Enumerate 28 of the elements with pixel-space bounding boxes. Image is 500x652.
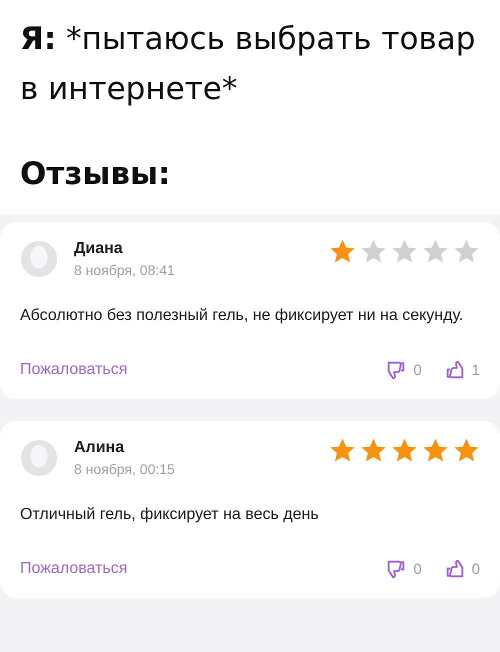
thumbs-down-icon[interactable] bbox=[385, 359, 408, 381]
star-icon bbox=[422, 437, 449, 464]
dislike-count: 0 bbox=[413, 362, 422, 378]
thumbs-down-icon[interactable] bbox=[385, 558, 408, 580]
star-icon bbox=[360, 437, 387, 464]
star-icon bbox=[360, 238, 387, 265]
like-count: 1 bbox=[472, 362, 480, 378]
reviewer-name: Алина bbox=[74, 438, 126, 458]
like-count: 0 bbox=[472, 560, 480, 578]
report-link[interactable]: Пожаловаться bbox=[20, 560, 128, 578]
avatar-icon bbox=[20, 240, 58, 278]
dislike-count: 0 bbox=[413, 560, 422, 578]
star-icon bbox=[329, 437, 356, 464]
star-icon bbox=[422, 238, 449, 265]
meme-caption: Я: *пытаюсь выбрать товар в интернете* bbox=[20, 20, 476, 109]
report-link[interactable]: Пожаловаться bbox=[20, 361, 128, 379]
avatar-icon bbox=[20, 439, 58, 477]
review-text: Отличный гель, фиксирует на весь день bbox=[20, 505, 320, 525]
review-date: 8 ноября, 00:15 bbox=[74, 460, 176, 479]
star-icon bbox=[391, 437, 418, 464]
star-icon bbox=[453, 238, 480, 265]
reviewer-name: Диана bbox=[74, 239, 124, 259]
review-text: Абсолютно без полезный гель, не фиксирует ни на секунду. bbox=[20, 306, 464, 326]
star-icon bbox=[329, 238, 356, 265]
section-title: Отзывы: bbox=[20, 155, 172, 194]
star-icon bbox=[453, 437, 480, 464]
star-icon bbox=[391, 238, 418, 265]
review-date: 8 ноября, 08:41 bbox=[74, 261, 176, 280]
